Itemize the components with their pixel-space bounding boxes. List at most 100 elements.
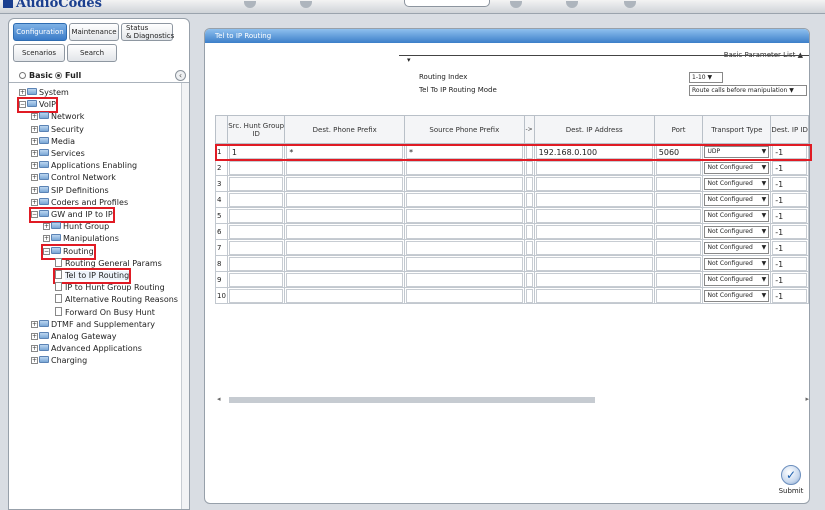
- src-prefix-input[interactable]: [406, 192, 523, 207]
- port-input[interactable]: [655, 240, 702, 255]
- transport-type-select[interactable]: Not Configured ▼: [704, 193, 770, 206]
- dest-prefix-input[interactable]: [286, 224, 403, 239]
- expand-icon[interactable]: +: [31, 113, 38, 121]
- expand-icon[interactable]: +: [31, 357, 38, 365]
- src-input[interactable]: [228, 224, 284, 239]
- collapse-icon[interactable]: −: [19, 101, 26, 109]
- tab-maintenance[interactable]: Maintenance: [69, 23, 119, 41]
- tree-item[interactable]: + Control Network: [31, 172, 116, 184]
- src-prefix-input[interactable]: [406, 176, 523, 191]
- dest-ip-id-input[interactable]: -1: [772, 240, 807, 255]
- src-input[interactable]: [228, 192, 284, 207]
- transport-type-select[interactable]: Not Configured ▼: [704, 177, 770, 190]
- ip-input[interactable]: [535, 256, 653, 271]
- toolbar-icon[interactable]: [300, 1, 312, 8]
- arrow-button[interactable]: [525, 224, 533, 239]
- expand-icon[interactable]: +: [31, 150, 38, 157]
- toolbar-field[interactable]: [404, 0, 490, 7]
- arrow-button[interactable]: [525, 176, 533, 191]
- full-radio[interactable]: [55, 72, 62, 79]
- arrow-button[interactable]: [525, 256, 533, 271]
- scroll-right-icon[interactable]: ▸: [805, 395, 809, 403]
- dest-ip-id-input[interactable]: -1: [772, 272, 807, 287]
- tree-item[interactable]: + SIP Definitions: [31, 185, 109, 197]
- port-input[interactable]: [655, 288, 702, 303]
- src-prefix-input[interactable]: [406, 224, 523, 239]
- dest-ip-id-input[interactable]: -1: [772, 288, 807, 303]
- ip-input[interactable]: [535, 160, 653, 175]
- dest-prefix-input[interactable]: [286, 192, 403, 207]
- tree-item[interactable]: + DTMF and Supplementary: [31, 319, 155, 331]
- port-input[interactable]: 5060: [655, 144, 702, 159]
- arrow-button[interactable]: [525, 160, 533, 175]
- toolbar-icon[interactable]: [244, 1, 256, 8]
- ip-input[interactable]: [535, 272, 653, 287]
- dest-ip-id-input[interactable]: -1: [772, 176, 807, 191]
- ip-input[interactable]: [535, 240, 653, 255]
- expand-icon[interactable]: +: [31, 198, 38, 206]
- expand-icon[interactable]: +: [31, 162, 38, 170]
- routing-index-select[interactable]: 1-10 ▼: [689, 72, 723, 83]
- transport-type-select[interactable]: Not Configured ▼: [704, 161, 770, 174]
- collapse-icon[interactable]: −: [31, 211, 38, 218]
- port-input[interactable]: [655, 208, 702, 223]
- tab-status-diagnostics[interactable]: Status & Diagnostics: [121, 23, 174, 41]
- tree-item[interactable]: Tel to IP Routing: [52, 268, 132, 284]
- collapse-icon[interactable]: −: [43, 247, 50, 255]
- tree-item[interactable]: + Applications Enabling: [31, 160, 137, 172]
- ip-input[interactable]: 192.168.0.100: [535, 144, 653, 159]
- arrow-button[interactable]: [525, 208, 533, 223]
- src-prefix-input[interactable]: [406, 160, 523, 175]
- dest-ip-id-input[interactable]: -1: [772, 256, 807, 271]
- arrow-button[interactable]: [525, 272, 533, 287]
- arrow-button[interactable]: [525, 192, 533, 207]
- ip-input[interactable]: [535, 192, 653, 207]
- toolbar-icon[interactable]: [624, 1, 636, 8]
- toolbar-icon[interactable]: [510, 1, 522, 8]
- transport-type-select[interactable]: Not Configured ▼: [704, 257, 770, 270]
- tree-item[interactable]: Routing General Params: [55, 257, 162, 270]
- submit-button[interactable]: ✓ Submit: [776, 465, 806, 495]
- ip-input[interactable]: [535, 208, 653, 223]
- tree-item[interactable]: + Analog Gateway: [31, 331, 117, 343]
- src-input[interactable]: [228, 240, 284, 255]
- dest-prefix-input[interactable]: [286, 256, 403, 271]
- dest-prefix-input[interactable]: [286, 272, 403, 287]
- expand-icon[interactable]: +: [43, 235, 50, 243]
- tree-item[interactable]: + Media: [31, 136, 75, 148]
- expand-icon[interactable]: +: [31, 125, 38, 133]
- tree-item[interactable]: − GW and IP to IP: [29, 207, 115, 223]
- port-input[interactable]: [655, 224, 702, 239]
- tree-item[interactable]: + System: [19, 87, 69, 99]
- tree-item[interactable]: + Manipulations: [43, 233, 119, 245]
- table-horizontal-scrollbar[interactable]: ◂ ▸: [217, 395, 809, 405]
- src-prefix-input[interactable]: *: [406, 144, 523, 159]
- src-prefix-input[interactable]: [406, 288, 523, 303]
- dest-prefix-input[interactable]: [286, 176, 403, 191]
- routing-mode-select[interactable]: Route calls before manipulation ▼: [689, 85, 807, 96]
- src-input[interactable]: [228, 256, 284, 271]
- tree-item[interactable]: + Network: [31, 111, 84, 123]
- dest-ip-id-input[interactable]: -1: [772, 160, 807, 175]
- ip-input[interactable]: [535, 224, 653, 239]
- ip-input[interactable]: [535, 288, 653, 303]
- src-input[interactable]: [228, 160, 284, 175]
- arrow-button[interactable]: [525, 288, 533, 303]
- transport-type-select[interactable]: UDP ▼: [704, 145, 770, 158]
- expand-icon[interactable]: +: [31, 320, 38, 328]
- collapse-panel-icon[interactable]: ‹: [175, 70, 186, 81]
- src-input[interactable]: [228, 288, 284, 303]
- src-input[interactable]: [228, 272, 284, 287]
- tree-item[interactable]: + Coders and Profiles: [31, 197, 128, 209]
- tree-item[interactable]: + Advanced Applications: [31, 343, 142, 355]
- tab-scenarios[interactable]: Scenarios: [13, 44, 65, 62]
- port-input[interactable]: [655, 160, 702, 175]
- tree-item[interactable]: + Services: [31, 148, 85, 160]
- toolbar-icon[interactable]: [566, 1, 578, 8]
- port-input[interactable]: [655, 192, 702, 207]
- transport-type-select[interactable]: Not Configured ▼: [704, 289, 770, 302]
- dest-prefix-input[interactable]: [286, 288, 403, 303]
- dest-prefix-input[interactable]: [286, 160, 403, 175]
- arrow-button[interactable]: [525, 240, 533, 255]
- port-input[interactable]: [655, 176, 702, 191]
